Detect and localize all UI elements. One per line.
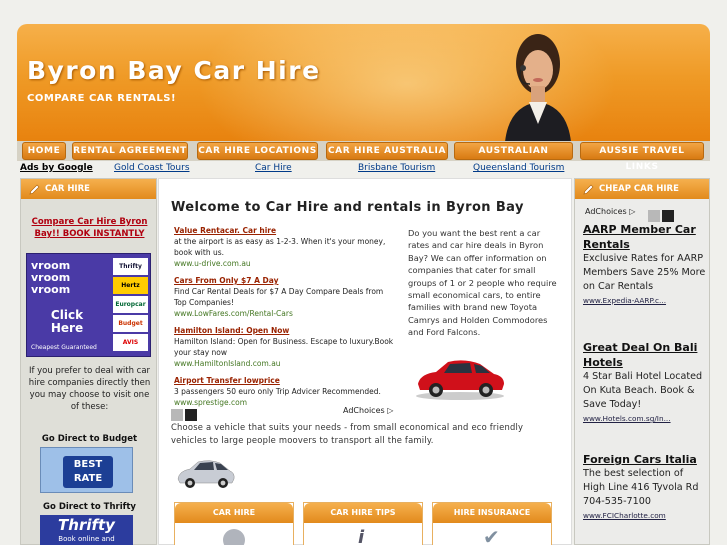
checkmark-icon: ✔	[483, 525, 500, 545]
ad-url[interactable]: www.HamiltonIsland.com.au	[174, 358, 394, 369]
intro-paragraph: Do you want the best rent a car rates an…	[408, 228, 557, 338]
nav-aussie-travel-links[interactable]: AUSSIE TRAVEL LINKS	[580, 142, 704, 172]
adchoices-text: AdChoices	[343, 406, 385, 415]
ad-text: Hamilton Island: Open for Business. Esca…	[174, 337, 394, 357]
thrifty-banner-logo: Thrifty	[58, 516, 115, 534]
right-sidebar-heading: CHEAP CAR HIRE	[575, 179, 709, 199]
banner-tagline: Cheapest Guaranteed	[31, 344, 97, 351]
sidebar-ad-text: The best selection of High Line 416 Tyvo…	[583, 468, 699, 507]
car-hire-tips-tab-box[interactable]: CAR HIRE TIPS i	[303, 502, 423, 545]
ad-title[interactable]: Hamilton Island: Open Now	[174, 325, 394, 336]
pencil-icon	[583, 184, 594, 195]
main-content: Welcome to Car Hire and rentals in Byron…	[158, 178, 572, 545]
car-hire-tips-tab-heading[interactable]: CAR HIRE TIPS	[304, 503, 422, 523]
hertz-logo: Hertz	[113, 277, 148, 294]
hire-insurance-tab-box[interactable]: HIRE INSURANCE ✔	[432, 502, 552, 545]
thrifty-logo: Thrifty	[113, 258, 148, 275]
ad-link-brisbane-tourism[interactable]: Brisbane Tourism	[358, 163, 435, 173]
adchoices-label[interactable]: AdChoices ▷	[343, 406, 393, 415]
sidebar-ad-title[interactable]: AARP Member Car Rentals	[583, 222, 707, 252]
thrifty-banner[interactable]: Thrifty Book online and	[40, 515, 133, 545]
sidebar-ad-url[interactable]: www.Hotels.com.sg/In...	[583, 412, 707, 426]
europcar-logo: Europcar	[113, 296, 148, 313]
car-hire-tab-heading[interactable]: CAR HIRE	[175, 503, 293, 523]
ad-text: at the airport is as easy as 1-2-3. When…	[174, 237, 386, 257]
car-hire-tab-box[interactable]: CAR HIRE	[174, 502, 294, 545]
sidebar-ad-url[interactable]: www.FCICharlotte.com	[583, 509, 707, 523]
ad-link-car-hire[interactable]: Car Hire	[255, 163, 292, 173]
compare-car-hire-link[interactable]: Compare Car Hire Byron Bay!! BOOK INSTAN…	[21, 216, 158, 240]
ad-text: 3 passengers 50 euro only Trip Advicer R…	[174, 387, 381, 396]
sidebar-ad-title[interactable]: Great Deal On Bali Hotels	[583, 340, 707, 370]
budget-best-rate-banner[interactable]: BEST RATE	[40, 447, 133, 493]
go-direct-budget-heading: Go Direct to Budget	[41, 434, 138, 444]
ads-by-google-label[interactable]: Ads by Google	[20, 163, 93, 173]
banner-logo-list: Thrifty Hertz Europcar Budget AVIS	[113, 258, 148, 351]
prev-arrow-icon[interactable]	[171, 409, 183, 421]
nav-car-hire-locations[interactable]: CAR HIRE LOCATIONS	[197, 142, 318, 160]
adchoices-label[interactable]: AdChoices ▷	[585, 207, 635, 216]
globe-icon	[223, 529, 245, 545]
red-car-image	[416, 360, 504, 400]
ad-title[interactable]: Cars From Only $7 A Day	[174, 275, 394, 286]
ad-text: Find Car Rental Deals for $7 A Day Compa…	[174, 287, 384, 307]
customer-service-photo	[505, 34, 571, 142]
budget-logo: Budget	[113, 315, 148, 332]
text-ads-column: Value Rentacar. Car hire at the airport …	[174, 225, 394, 414]
sidebar-ad[interactable]: Great Deal On Bali Hotels 4 Star Bali Ho…	[583, 340, 707, 426]
left-sidebar-heading-text: CAR HIRE	[45, 184, 90, 194]
left-sidebar: CAR HIRE Compare Car Hire Byron Bay!! BO…	[20, 178, 157, 545]
ad-link-gold-coast-tours[interactable]: Gold Coast Tours	[114, 163, 190, 173]
sidebar-ad[interactable]: AARP Member Car Rentals Exclusive Rates …	[583, 222, 707, 308]
sidebar-ad-title[interactable]: Foreign Cars Italia	[583, 452, 707, 467]
sidebar-ad[interactable]: Foreign Cars Italia The best selection o…	[583, 452, 707, 523]
ad-url[interactable]: www.LowFares.com/Rental-Cars	[174, 308, 394, 319]
ad-link-queensland-tourism[interactable]: Queensland Tourism	[473, 163, 564, 173]
banner-click-here: Click Here	[50, 308, 84, 335]
nav-australian-hotels[interactable]: AUSTRALIAN HOTELS	[454, 142, 573, 172]
avis-logo: AVIS	[113, 334, 148, 351]
text-ad[interactable]: Cars From Only $7 A Day Find Car Rental …	[174, 275, 394, 319]
silver-car-image	[177, 460, 235, 488]
prev-arrow-icon[interactable]	[648, 210, 660, 222]
info-icon: i	[358, 527, 365, 545]
sidebar-ad-url[interactable]: www.Expedia-AARP.c...	[583, 294, 707, 308]
text-ad[interactable]: Airport Transfer lowprice 3 passengers 5…	[174, 375, 394, 408]
thrifty-banner-sub: Book online and	[58, 535, 115, 543]
go-direct-thrifty-heading: Go Direct to Thrifty	[43, 502, 136, 512]
ad-title[interactable]: Airport Transfer lowprice	[174, 375, 394, 386]
pencil-icon	[29, 184, 40, 195]
adchoices-text: AdChoices	[585, 207, 627, 216]
right-sidebar-heading-text: CHEAP CAR HIRE	[599, 184, 679, 194]
nav-rental-agreement[interactable]: RENTAL AGREEMENT	[72, 142, 188, 160]
next-arrow-icon[interactable]	[185, 409, 197, 421]
next-arrow-icon[interactable]	[662, 210, 674, 222]
nav-home[interactable]: HOME	[22, 142, 66, 160]
text-ad[interactable]: Value Rentacar. Car hire at the airport …	[174, 225, 394, 269]
vroom-banner-ad[interactable]: vroom vroom vroom Click Here Cheapest Gu…	[26, 253, 151, 357]
right-sidebar: CHEAP CAR HIRE AdChoices ▷ AARP Member C…	[574, 178, 710, 545]
site-header: Byron Bay Car Hire COMPARE CAR RENTALS!	[17, 24, 710, 142]
google-ad-links-row: Ads by Google Gold Coast Tours Car Hire …	[17, 163, 710, 177]
direct-companies-text: If you prefer to deal with car hire comp…	[28, 366, 151, 412]
banner-brand: vroom vroom vroom	[31, 259, 71, 296]
text-ad[interactable]: Hamilton Island: Open Now Hamilton Islan…	[174, 325, 394, 369]
adchoices-icon: ▷	[387, 406, 394, 415]
hire-insurance-tab-heading[interactable]: HIRE INSURANCE	[433, 503, 551, 523]
sidebar-ad-text: Exclusive Rates for AARP Members Save 25…	[583, 253, 706, 292]
adchoices-icon: ▷	[629, 207, 636, 216]
ad-title[interactable]: Value Rentacar. Car hire	[174, 225, 394, 236]
nav-car-hire-australia[interactable]: CAR HIRE AUSTRALIA	[326, 142, 448, 160]
main-nav: HOME RENTAL AGREEMENT CAR HIRE LOCATIONS…	[17, 141, 710, 172]
page-title: Welcome to Car Hire and rentals in Byron…	[171, 200, 524, 215]
site-title: Byron Bay Car Hire	[27, 56, 321, 85]
left-sidebar-heading: CAR HIRE	[21, 179, 156, 199]
ad-url[interactable]: www.u-drive.com.au	[174, 258, 394, 269]
sidebar-ad-text: 4 Star Bali Hotel Located On Kuta Beach.…	[583, 371, 703, 410]
choose-vehicle-text: Choose a vehicle that suits your needs -…	[171, 422, 524, 445]
best-rate-logo: BEST RATE	[63, 456, 113, 488]
site-subtitle: COMPARE CAR RENTALS!	[27, 93, 177, 104]
